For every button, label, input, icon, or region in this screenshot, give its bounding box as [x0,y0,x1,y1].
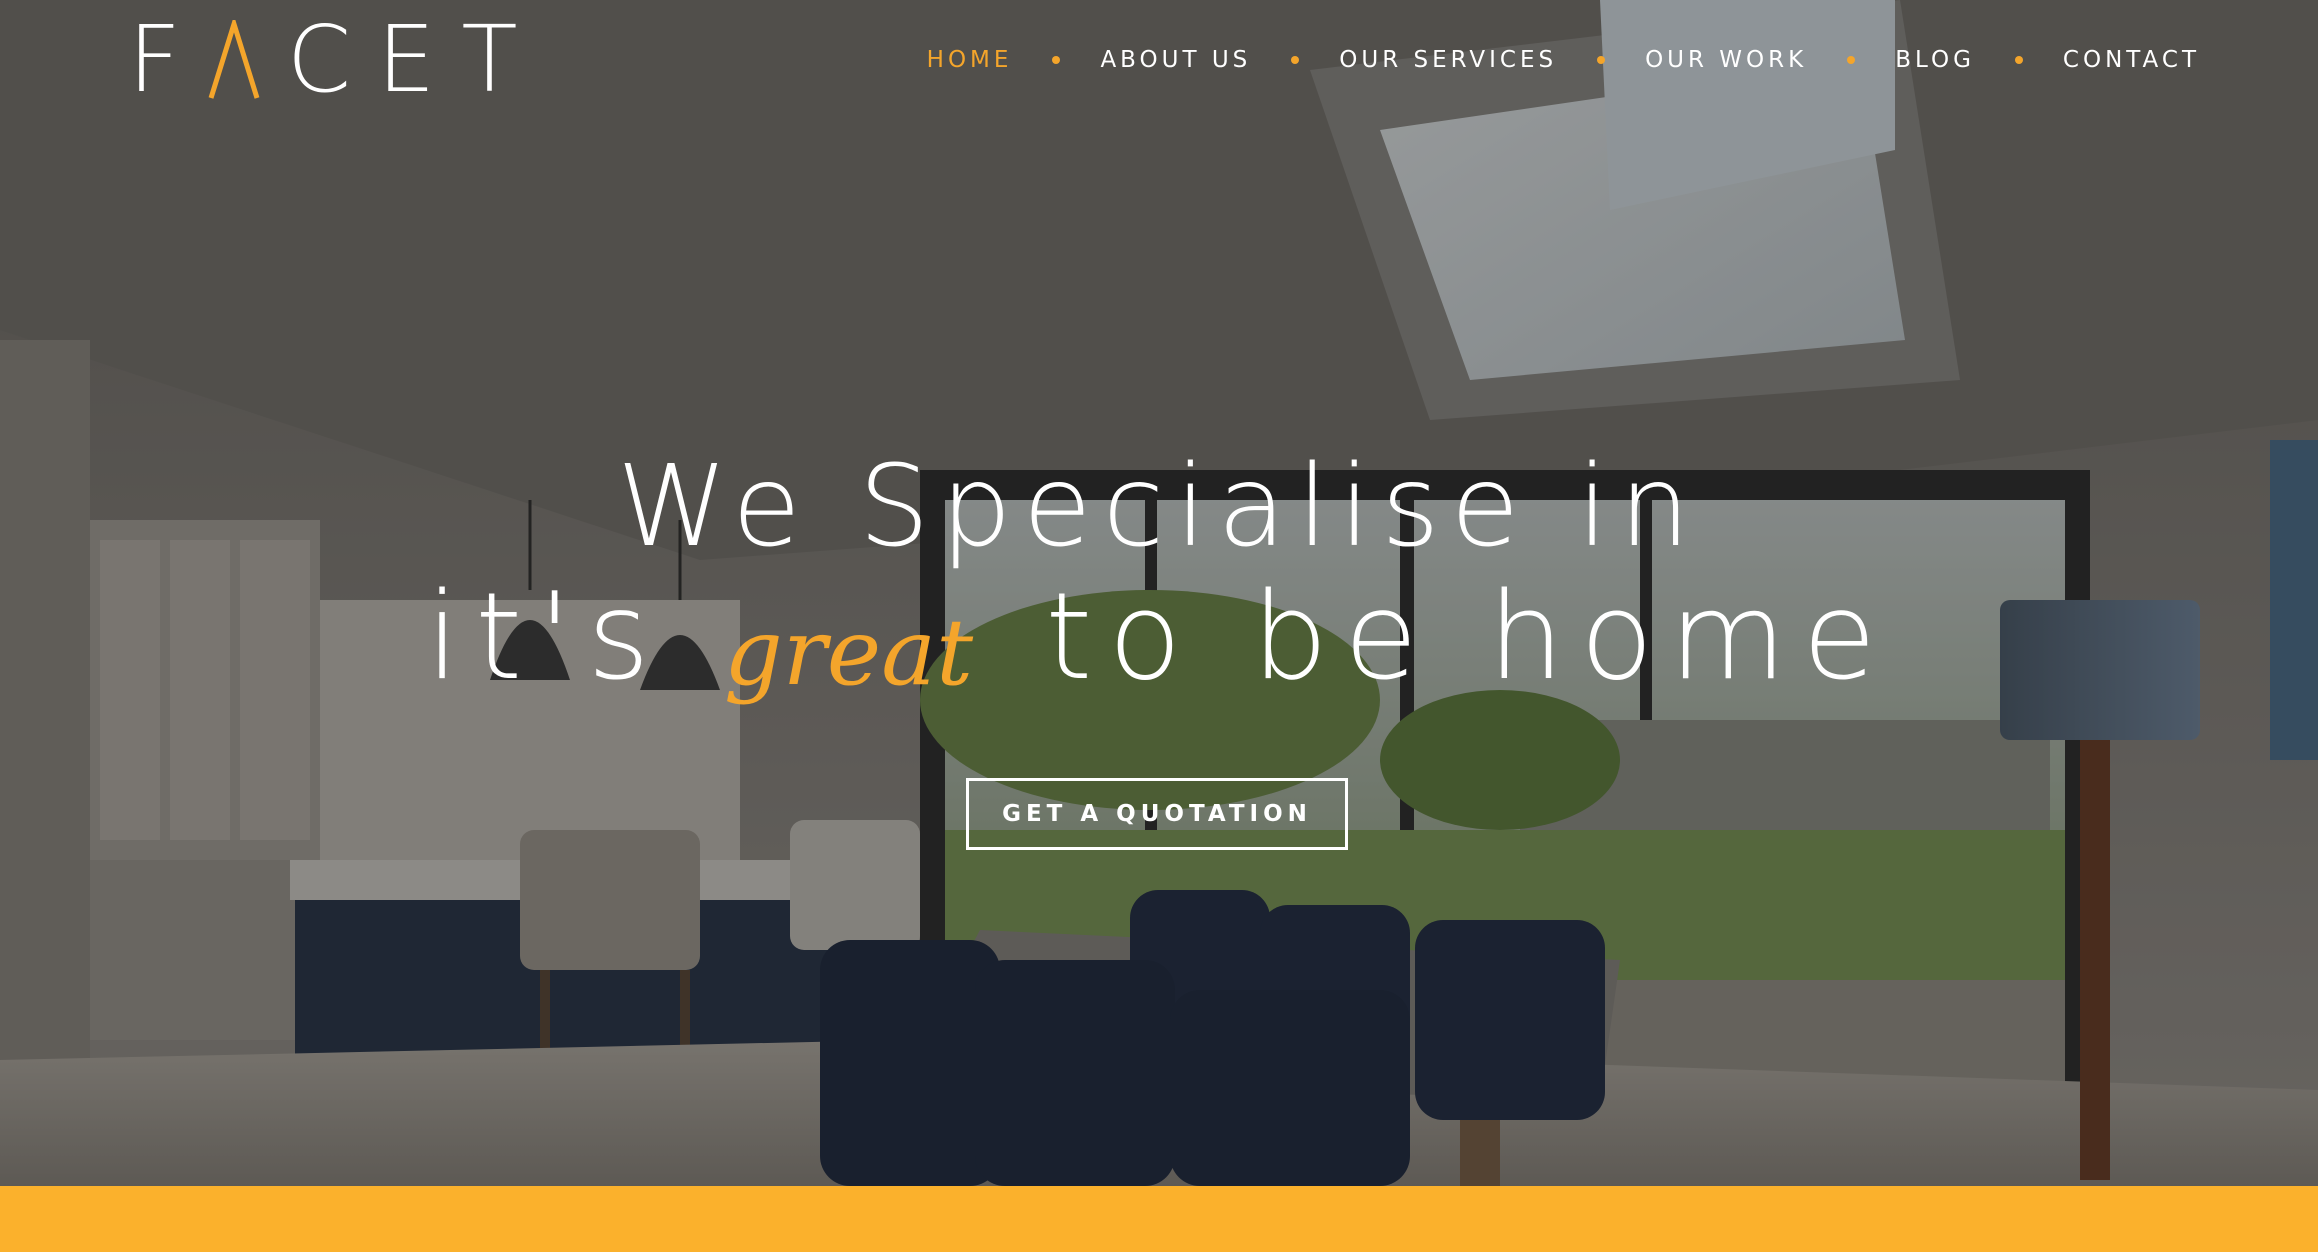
nav-our-work[interactable]: OUR WORK [1645,47,1807,73]
logo-letter: E [377,6,436,113]
logo-letter: C [286,6,352,113]
dot-icon [1847,56,1856,64]
logo[interactable]: F C E T [128,6,518,113]
accent-band [0,1186,2318,1252]
nav-our-services[interactable]: OUR SERVICES [1339,47,1557,73]
hero-title-suffix: to be home [1045,568,1893,707]
get-quotation-button[interactable]: GET A QUOTATION [966,778,1348,850]
hero-title-line-2: it's great to be home [0,572,2318,719]
nav-contact[interactable]: CONTACT [2063,47,2200,73]
nav-home[interactable]: HOME [927,47,1013,73]
hero-title-prefix: it's [425,568,666,707]
main-nav: HOME ABOUT US OUR SERVICES OUR WORK BLOG… [927,40,2200,80]
logo-letter: T [461,6,518,113]
dot-icon [1052,56,1061,64]
logo-letter: F [128,6,181,113]
hero-title-script-word: great [723,599,974,706]
nav-blog[interactable]: BLOG [1895,47,1975,73]
dot-icon [1597,56,1606,64]
chevron-a-icon [208,20,260,99]
dot-icon [1291,56,1300,64]
dot-icon [2014,56,2023,64]
nav-about-us[interactable]: ABOUT US [1100,47,1251,73]
hero-title-line-1: We Specialise in [616,442,1702,572]
